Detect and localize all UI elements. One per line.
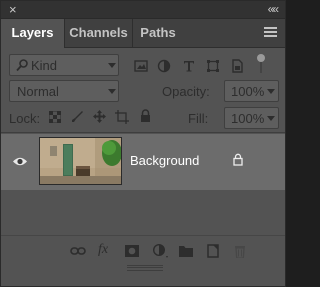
chevron-down-icon — [267, 116, 275, 121]
layer-lock-icon — [233, 153, 243, 166]
smart-object-filter-icon[interactable] — [230, 59, 244, 73]
blend-mode-value: Normal — [17, 84, 59, 99]
layer-thumbnail — [39, 137, 122, 185]
panel-menu-icon[interactable] — [264, 27, 277, 37]
panel-footer: fx — [1, 235, 285, 266]
filter-kind-label: Kind — [31, 58, 58, 73]
eye-icon[interactable] — [12, 156, 28, 167]
resize-grip[interactable] — [127, 265, 163, 271]
panel-tabs: Layers Channels Paths — [1, 19, 285, 48]
divider — [1, 132, 285, 133]
opacity-label: Opacity: — [162, 84, 210, 99]
layer-name[interactable]: Background — [130, 153, 199, 168]
chevron-down-icon — [108, 89, 116, 94]
fill-value: 100% — [231, 111, 265, 126]
resize-grip-line — [127, 267, 163, 268]
new-layer-icon[interactable] — [205, 244, 221, 258]
trash-icon[interactable] — [232, 244, 248, 258]
tab-paths[interactable]: Paths — [133, 19, 183, 47]
lock-artboard-icon[interactable] — [115, 110, 129, 124]
filter-toggle-switch[interactable] — [257, 54, 265, 62]
shape-filter-icon[interactable] — [206, 59, 220, 73]
group-folder-icon[interactable] — [178, 244, 194, 258]
blend-mode-select[interactable]: Normal — [9, 80, 119, 102]
panel-title-bar: × «« — [1, 1, 285, 19]
lock-image-icon[interactable] — [71, 110, 84, 123]
fx-icon[interactable]: fx — [98, 242, 108, 258]
collapse-panel-button[interactable]: «« — [268, 2, 279, 16]
lock-transparent-icon[interactable] — [49, 111, 61, 123]
lock-all-icon[interactable] — [140, 109, 151, 123]
type-filter-icon[interactable] — [182, 59, 196, 73]
tab-channels[interactable]: Channels — [65, 19, 133, 47]
close-panel-button[interactable]: × — [9, 2, 17, 17]
opacity-value: 100% — [231, 84, 265, 99]
filter-type-select[interactable]: Kind — [9, 54, 119, 76]
layers-panel: × «« Layers Channels Paths Kind Normal O… — [0, 0, 286, 287]
lock-label: Lock: — [9, 111, 41, 126]
chevron-down-icon — [267, 89, 275, 94]
chevron-down-icon — [108, 63, 116, 68]
lock-position-icon[interactable] — [93, 110, 106, 123]
search-icon — [16, 59, 28, 72]
fill-field[interactable]: 100% — [224, 107, 279, 129]
pixel-filter-icon[interactable] — [134, 59, 148, 73]
fill-label: Fill: — [188, 111, 209, 126]
opacity-field[interactable]: 100% — [224, 80, 279, 102]
adjustment-layer-icon[interactable] — [152, 244, 168, 258]
tab-layers[interactable]: Layers — [1, 19, 65, 48]
adjustment-filter-icon[interactable] — [157, 59, 171, 73]
layer-row-background[interactable]: Background — [1, 134, 285, 190]
mask-icon[interactable] — [124, 244, 140, 258]
link-icon[interactable] — [70, 244, 86, 258]
